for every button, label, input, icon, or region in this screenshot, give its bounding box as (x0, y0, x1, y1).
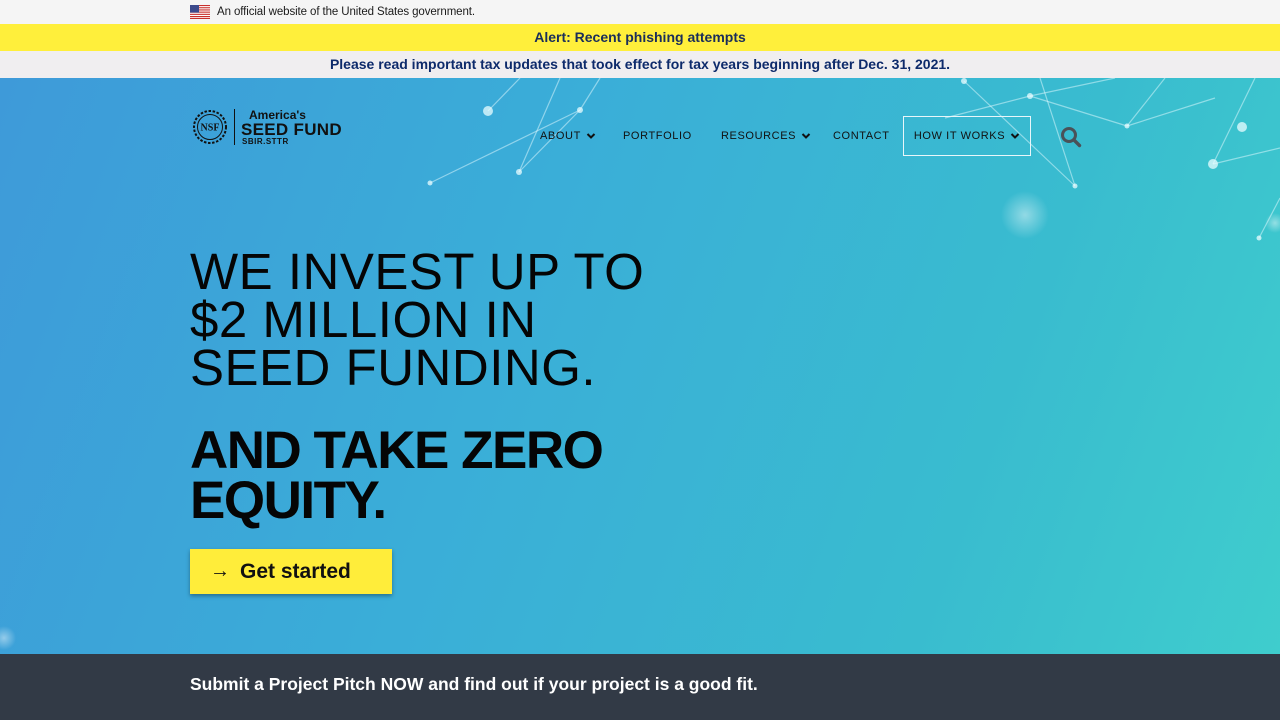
hero-headline-line: SEED FUNDING. (190, 339, 597, 396)
chevron-down-icon (801, 133, 811, 139)
hero-section: NSF America's SEED FUND SBIR.STTR ABOUT … (0, 78, 1280, 654)
arrow-right-icon: → (210, 560, 230, 582)
nav-about-label: ABOUT (540, 130, 581, 142)
get-started-button[interactable]: → Get started (190, 549, 392, 594)
chevron-down-icon (1010, 133, 1020, 139)
nav-contact[interactable]: CONTACT (833, 116, 890, 156)
nav-about[interactable]: ABOUT (540, 116, 596, 156)
hero-headline: WE INVEST UP TO $2 MILLION IN SEED FUNDI… (190, 246, 644, 393)
tax-notice-banner: Please read important tax updates that t… (0, 51, 1280, 78)
logo-wordmark: America's SEED FUND SBIR.STTR (241, 109, 342, 146)
hero-subhead: AND TAKE ZERO EQUITY. (190, 424, 604, 527)
hero-subhead-line: EQUITY. (190, 471, 387, 530)
nav-contact-label: CONTACT (833, 130, 890, 142)
project-pitch-bar: Submit a Project Pitch NOW and find out … (0, 654, 1280, 720)
logo-line-seed-fund: SEED FUND (241, 119, 342, 139)
nav-how-it-works-label: HOW IT WORKS (913, 130, 1006, 142)
nav-how-it-works[interactable]: HOW IT WORKS (903, 116, 1031, 156)
logo-divider (234, 109, 235, 145)
logo-line-sbir-sttr: SBIR.STTR (242, 136, 289, 146)
nav-portfolio-label: PORTFOLIO (623, 130, 692, 142)
get-started-label: Get started (240, 559, 351, 583)
nsf-seal-text: NSF (201, 123, 220, 134)
alert-banner: Alert: Recent phishing attempts (0, 24, 1280, 51)
logo-line-americas: America's (249, 107, 306, 122)
nav-portfolio[interactable]: PORTFOLIO (623, 116, 692, 156)
us-flag-icon (190, 5, 210, 19)
gov-banner: An official website of the United States… (0, 0, 1280, 24)
chevron-down-icon (586, 133, 596, 139)
alert-link[interactable]: Alert: Recent phishing attempts (534, 24, 746, 51)
search-icon[interactable] (1060, 126, 1082, 148)
tax-notice-link[interactable]: Please read important tax updates that t… (330, 51, 950, 78)
project-pitch-text[interactable]: Submit a Project Pitch NOW and find out … (190, 674, 758, 695)
nsf-seal-icon: NSF (193, 110, 227, 144)
nav-resources[interactable]: RESOURCES (721, 116, 811, 156)
americas-seed-fund-logo[interactable]: NSF America's SEED FUND SBIR.STTR (192, 107, 342, 147)
gov-banner-text: An official website of the United States… (217, 6, 475, 18)
nav-resources-label: RESOURCES (721, 130, 797, 142)
